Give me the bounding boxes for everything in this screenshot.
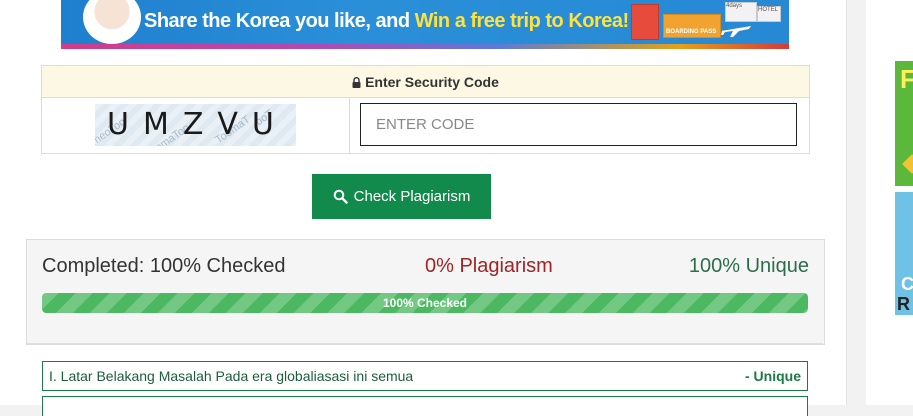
- check-plagiarism-button[interactable]: Check Plagiarism: [312, 174, 491, 219]
- banner-person-image: [83, 0, 141, 44]
- banner-boarding-pass-label: BOARDING PASS: [666, 29, 717, 35]
- side-ad-top-letter: F: [900, 64, 913, 94]
- progress-bar: 100% Checked: [42, 293, 808, 313]
- security-code-header: Enter Security Code: [42, 66, 809, 98]
- side-ad-bottom-letter2: R: [897, 294, 910, 314]
- table-divider: [349, 97, 350, 153]
- side-ad-bottom[interactable]: C R: [895, 192, 913, 315]
- banner-boarding-pass: BOARDING PASS: [663, 14, 721, 38]
- banner-text-part1: Share the Korea you like, and: [144, 10, 415, 32]
- results-divider: [26, 343, 823, 344]
- search-icon: [333, 189, 348, 204]
- airplane-icon: [721, 26, 751, 37]
- banner-tickets-graphic: BOARDING PASS 4days HOTEL: [631, 0, 789, 44]
- security-code-table: Enter Security Code meoToo omaToo ToomaT…: [41, 65, 810, 154]
- lock-icon: [352, 77, 361, 88]
- completed-status: Completed: 100% Checked: [42, 255, 286, 277]
- progress-label: 100% Checked: [382, 296, 468, 310]
- security-code-header-label: Enter Security Code: [365, 73, 499, 90]
- side-ad-top[interactable]: F: [895, 61, 913, 186]
- banner-color-stripe: [61, 44, 789, 49]
- banner-text: Share the Korea you like, and Win a free…: [144, 10, 629, 33]
- captcha-text: UMZVU: [107, 107, 288, 142]
- side-ad-diamond: [902, 154, 913, 174]
- banner-days-label: 4days: [726, 3, 743, 9]
- korea-banner-ad[interactable]: Share the Korea you like, and Win a free…: [61, 0, 789, 49]
- progress-track: 100% Checked: [42, 293, 808, 313]
- banner-hotel-ticket: HOTEL: [757, 6, 781, 22]
- sentence-result-row[interactable]: [42, 396, 808, 416]
- plagiarism-percentage: 0% Plagiarism: [425, 255, 553, 277]
- banner-days-ticket: 4days: [725, 2, 757, 22]
- side-ad-bottom-letter1: C: [901, 274, 913, 294]
- banner-text-part2: Win a free trip to Korea!: [414, 10, 630, 32]
- main-column: Share the Korea you like, and Win a free…: [0, 0, 847, 416]
- sentence-status-tag: - Unique: [745, 368, 801, 384]
- check-plagiarism-label: Check Plagiarism: [353, 188, 471, 205]
- banner-suitcase: [631, 4, 659, 40]
- captcha-image: meoToo omaToo ToomaT ooT UMZVU: [95, 104, 296, 146]
- unique-percentage: 100% Unique: [688, 255, 809, 277]
- banner-hotel-label: HOTEL: [758, 7, 779, 13]
- sentence-text: I. Latar Belakang Masalah Pada era globa…: [49, 368, 414, 384]
- sentence-result-row[interactable]: I. Latar Belakang Masalah Pada era globa…: [42, 361, 808, 391]
- security-code-input[interactable]: [360, 103, 797, 146]
- results-panel: Completed: 100% Checked 0% Plagiarism 10…: [26, 239, 825, 345]
